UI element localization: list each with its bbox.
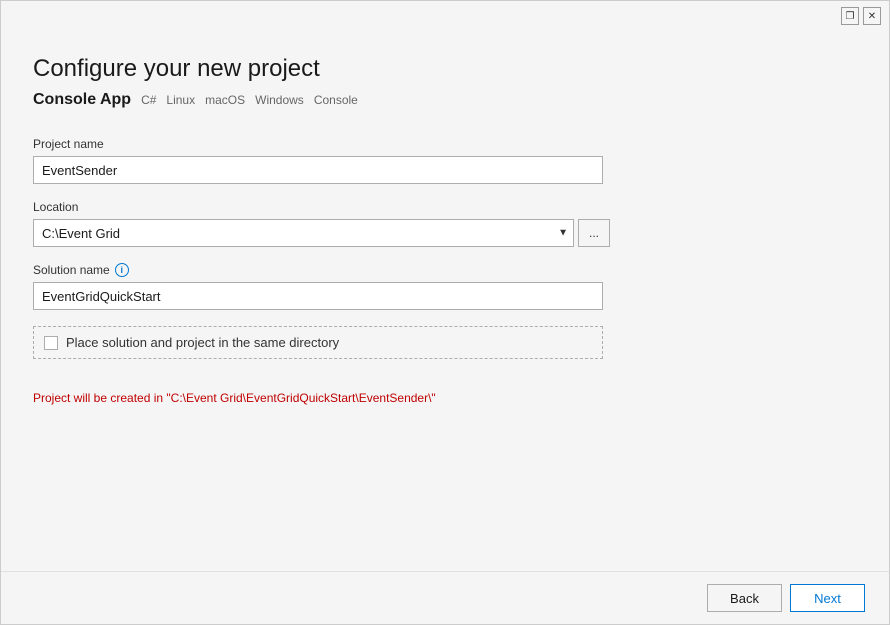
- title-bar: ❐ ✕: [1, 1, 889, 31]
- checkbox-group: Place solution and project in the same d…: [33, 326, 857, 359]
- page-title: Configure your new project: [33, 55, 857, 83]
- project-name-label: Project name: [33, 137, 857, 151]
- subtitle-row: Console App C# Linux macOS Windows Conso…: [33, 91, 857, 109]
- back-button[interactable]: Back: [707, 584, 782, 612]
- location-group: Location C:\Event Grid ▼ ...: [33, 200, 857, 247]
- main-window: ❐ ✕ Configure your new project Console A…: [0, 0, 890, 625]
- location-select[interactable]: C:\Event Grid: [33, 219, 574, 247]
- browse-button[interactable]: ...: [578, 219, 610, 247]
- solution-name-input[interactable]: [33, 282, 603, 310]
- location-label: Location: [33, 200, 857, 214]
- close-button[interactable]: ✕: [863, 7, 881, 25]
- tag-console: Console: [314, 93, 358, 107]
- footer: Back Next: [1, 571, 889, 624]
- location-select-wrapper: C:\Event Grid ▼: [33, 219, 574, 247]
- solution-name-group: Solution name i: [33, 263, 857, 310]
- tag-windows: Windows: [255, 93, 304, 107]
- project-name-group: Project name: [33, 137, 857, 184]
- restore-button[interactable]: ❐: [841, 7, 859, 25]
- tag-csharp: C#: [141, 93, 156, 107]
- tag-macos: macOS: [205, 93, 245, 107]
- location-row: C:\Event Grid ▼ ...: [33, 219, 857, 247]
- same-directory-checkbox[interactable]: [44, 336, 58, 350]
- app-type-label: Console App: [33, 91, 131, 109]
- project-name-input[interactable]: [33, 156, 603, 184]
- path-info: Project will be created in "C:\Event Gri…: [33, 391, 857, 405]
- same-directory-label[interactable]: Place solution and project in the same d…: [66, 335, 339, 350]
- checkbox-row: Place solution and project in the same d…: [33, 326, 603, 359]
- solution-name-label: Solution name i: [33, 263, 857, 277]
- content-area: Configure your new project Console App C…: [1, 31, 889, 571]
- next-button[interactable]: Next: [790, 584, 865, 612]
- tag-linux: Linux: [166, 93, 195, 107]
- info-icon[interactable]: i: [115, 263, 129, 277]
